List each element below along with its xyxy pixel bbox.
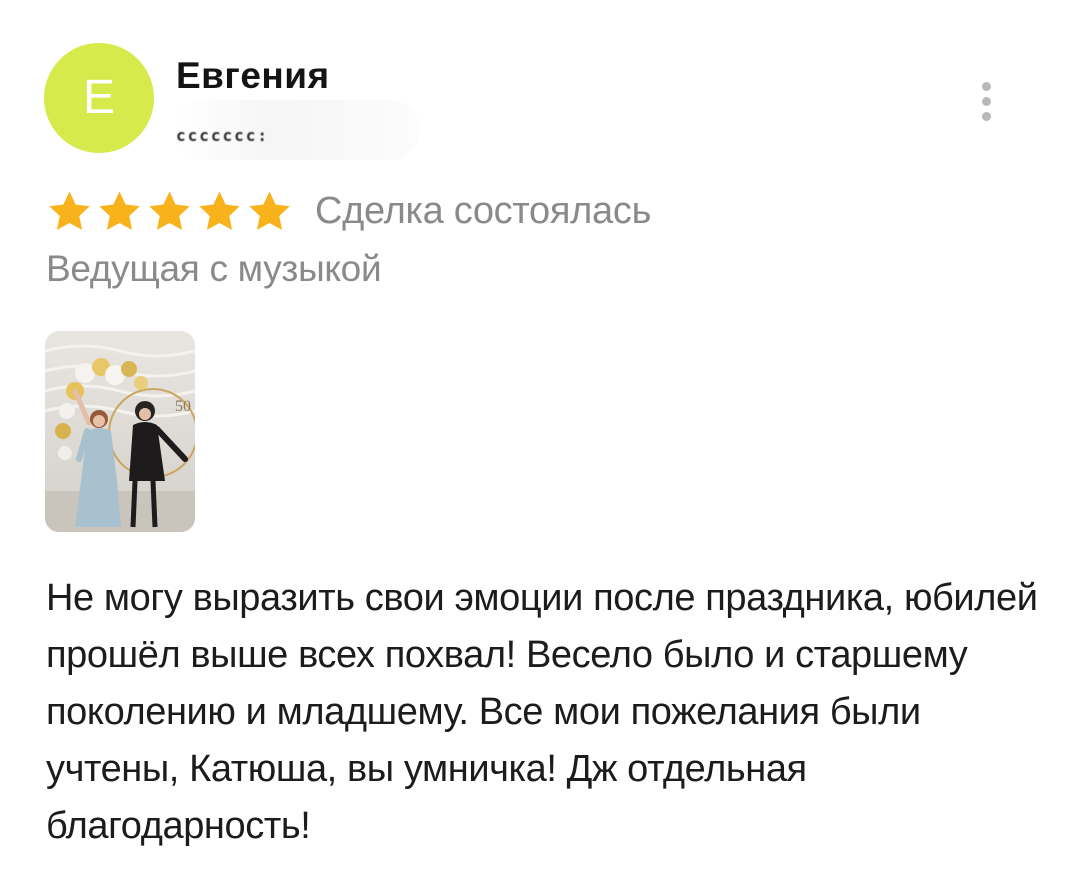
more-options-dot [982,82,991,91]
more-options-dot [982,112,991,121]
star-rating [46,188,293,235]
star-icon [96,188,143,235]
star-icon [46,188,93,235]
author-meta-blurred: ccccccc: [172,100,420,160]
more-options-dot [982,97,991,106]
photo-number-text: 50 [175,398,191,415]
service-name: Ведущая с музыкой [46,248,382,289]
review-card: Е Евгения ccccccc: Сделка состоялась Вед… [0,0,1080,894]
more-options-button[interactable] [970,76,1004,126]
star-icon [196,188,243,235]
review-text: Не могу выразить свои эмоции после празд… [46,577,1038,847]
author-avatar[interactable]: Е [44,43,154,153]
rating-row: Сделка состоялась [46,186,651,236]
author-name[interactable]: Евгения [176,55,330,97]
star-icon [246,188,293,235]
star-icon [146,188,193,235]
photo-thumbnail-icon: 50 [45,331,195,532]
author-meta-text: ccccccc: [176,126,270,145]
deal-status: Сделка состоялась [315,189,652,232]
review-photo-thumbnail[interactable]: 50 [45,331,195,532]
